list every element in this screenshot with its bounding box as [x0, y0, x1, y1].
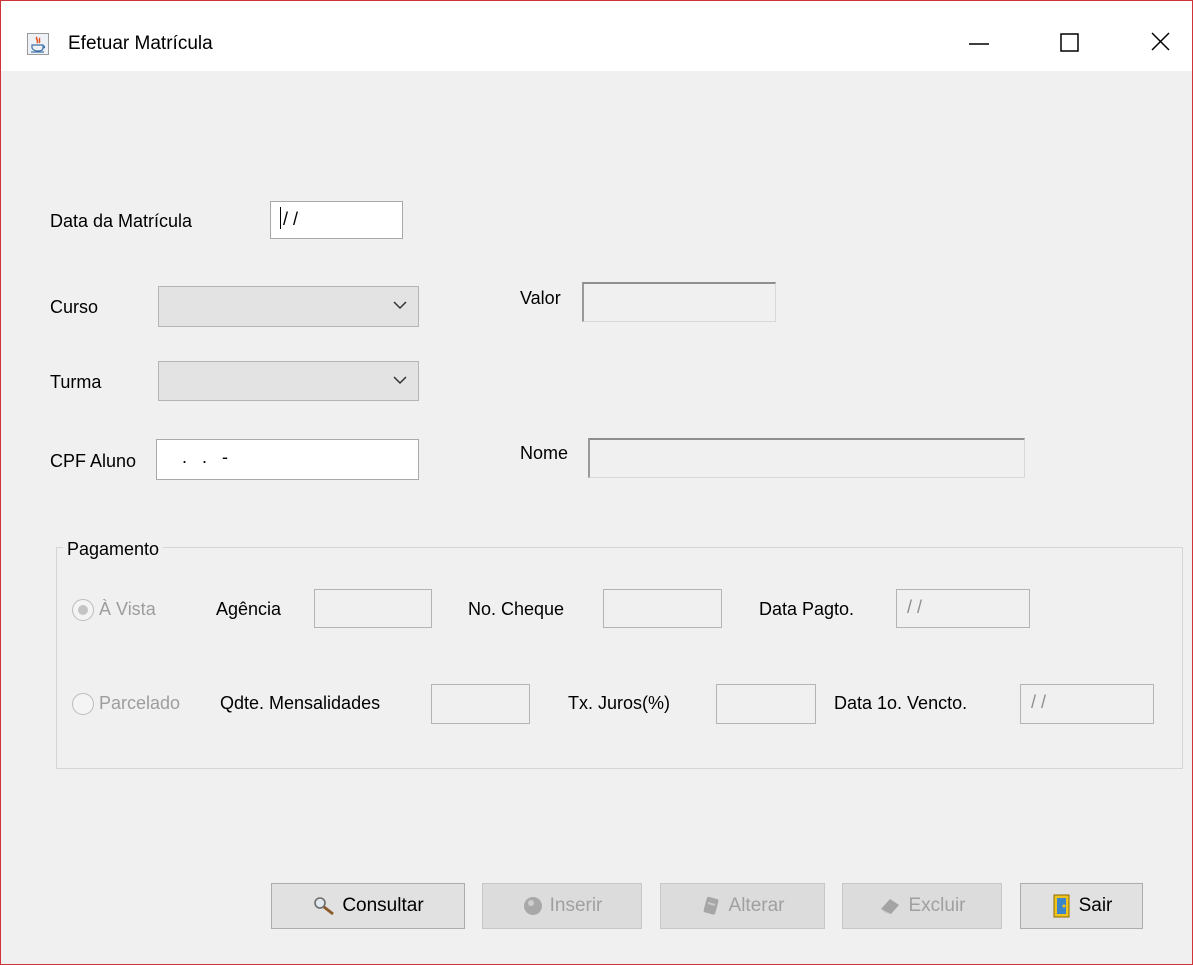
alterar-button[interactable]: Alterar: [660, 883, 825, 929]
minimize-icon: [969, 43, 989, 45]
text-caret: [280, 207, 281, 229]
no-cheque-field[interactable]: [603, 589, 722, 628]
magnifier-icon: [312, 895, 336, 917]
consultar-label: Consultar: [342, 895, 424, 916]
close-button[interactable]: [1140, 25, 1180, 61]
tx-juros-label: Tx. Juros(%): [568, 693, 671, 713]
data-matricula-value: / /: [283, 209, 299, 229]
java-app-icon: [27, 33, 49, 55]
cpf-aluno-field[interactable]: . . -: [156, 439, 419, 480]
close-icon: [1151, 32, 1170, 51]
turma-combobox[interactable]: [158, 361, 419, 401]
minimize-button[interactable]: [959, 25, 999, 61]
nome-field[interactable]: [588, 438, 1025, 478]
chevron-down-icon: [393, 301, 407, 310]
title-bar[interactable]: Efetuar Matrícula: [1, 1, 1192, 71]
pagamento-group-title: Pagamento: [63, 538, 164, 560]
inserir-label: Inserir: [549, 895, 603, 916]
sair-button[interactable]: Sair: [1020, 883, 1143, 929]
data-matricula-field[interactable]: / /: [270, 201, 403, 239]
pagamento-groupbox: [56, 547, 1183, 769]
excluir-label: Excluir: [908, 895, 966, 916]
chevron-down-icon: [393, 376, 407, 385]
disk-icon: [522, 895, 544, 917]
maximize-button[interactable]: [1049, 25, 1089, 61]
valor-label: Valor: [520, 288, 561, 308]
consultar-button[interactable]: Consultar: [271, 883, 465, 929]
window-title: Efetuar Matrícula: [68, 33, 213, 54]
parcelado-label: Parcelado: [99, 693, 181, 713]
data-vencto-label: Data 1o. Vencto.: [834, 693, 968, 713]
tx-juros-field[interactable]: [716, 684, 816, 724]
a-vista-radio[interactable]: [72, 599, 94, 621]
excluir-button[interactable]: Excluir: [842, 883, 1002, 929]
exit-door-icon: [1051, 893, 1073, 919]
maximize-icon: [1060, 33, 1079, 52]
data-pagto-label: Data Pagto.: [759, 599, 855, 619]
valor-field[interactable]: [582, 282, 776, 322]
cpf-aluno-label: CPF Aluno: [50, 451, 137, 471]
turma-label: Turma: [50, 372, 102, 392]
curso-label: Curso: [50, 297, 99, 317]
agencia-field[interactable]: [314, 589, 432, 628]
qtde-mensalidades-label: Qdte. Mensalidades: [220, 693, 381, 713]
a-vista-label: À Vista: [99, 599, 156, 619]
efetuar-matricula-window: Efetuar Matrícula Data da Matrícula / / …: [0, 0, 1193, 965]
inserir-button[interactable]: Inserir: [482, 883, 642, 929]
data-pagto-field[interactable]: / /: [896, 589, 1030, 628]
qtde-mensalidades-field[interactable]: [431, 684, 530, 724]
nome-label: Nome: [520, 443, 569, 463]
no-cheque-label: No. Cheque: [468, 599, 565, 619]
curso-combobox[interactable]: [158, 286, 419, 327]
data-vencto-field[interactable]: / /: [1020, 684, 1154, 724]
sair-label: Sair: [1078, 895, 1113, 916]
eraser-icon: [878, 895, 902, 917]
parcelado-radio[interactable]: [72, 693, 94, 715]
data-matricula-label: Data da Matrícula: [50, 211, 193, 231]
agencia-label: Agência: [216, 599, 282, 619]
edit-icon: [701, 895, 723, 917]
alterar-label: Alterar: [728, 895, 785, 916]
